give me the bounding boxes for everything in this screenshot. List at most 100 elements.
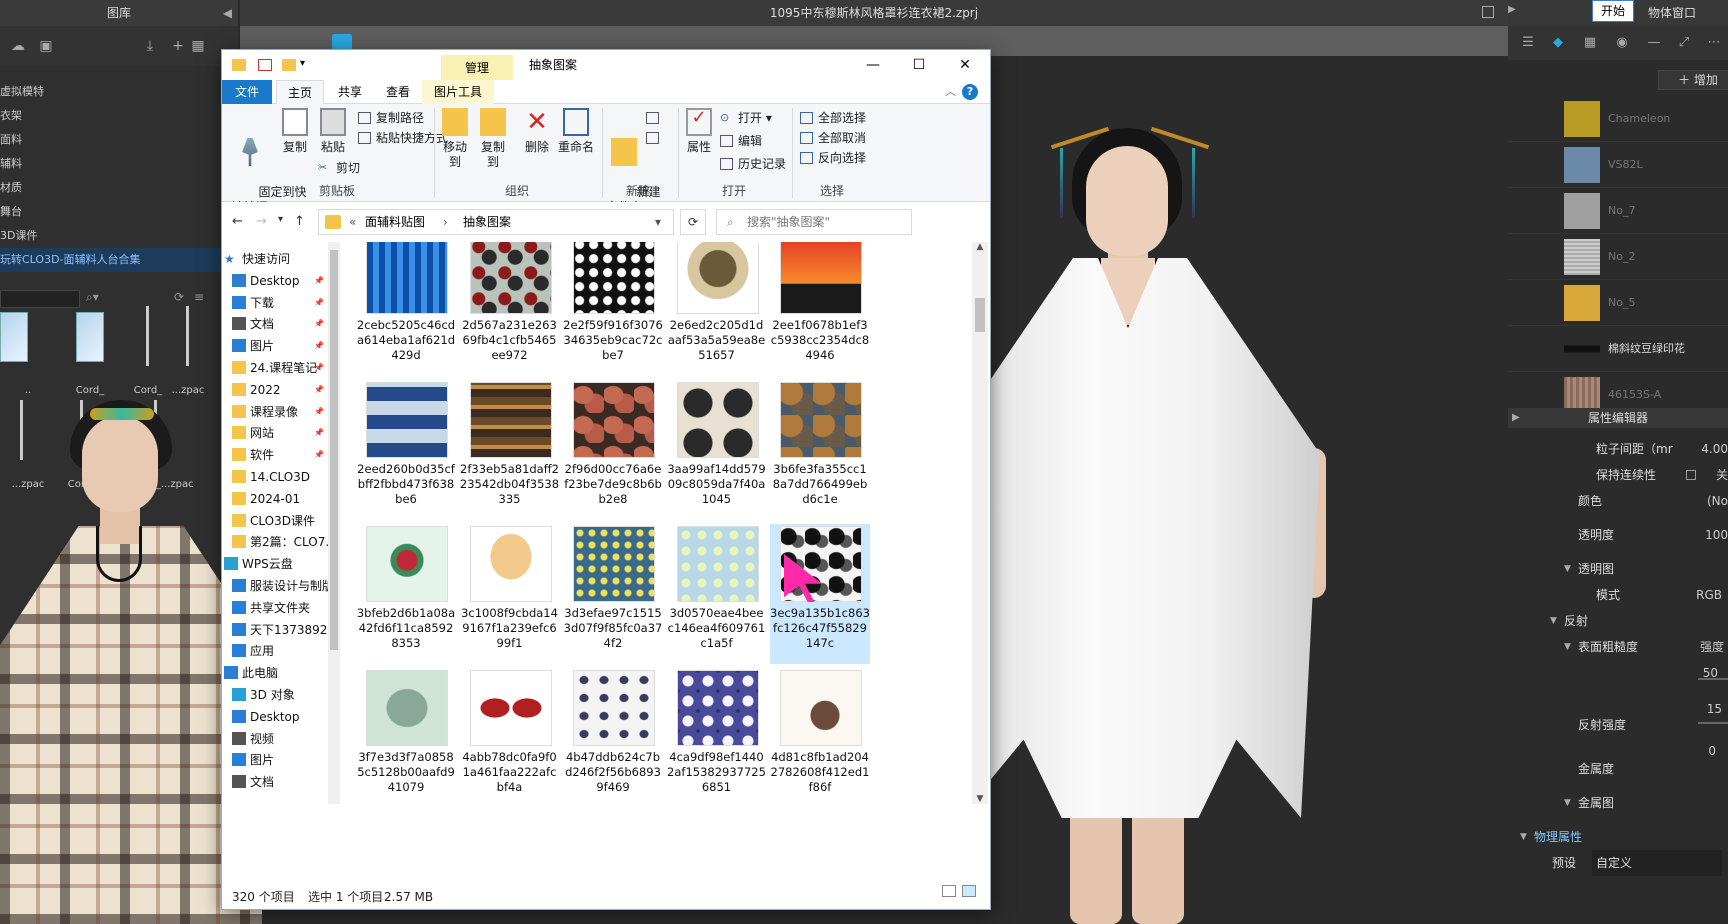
file-tile[interactable]: 4b47ddb624c7bd246f2f56b68939f469 — [563, 668, 663, 804]
nav-item[interactable]: 应用 — [222, 640, 340, 662]
maximize-button[interactable]: ☐ — [896, 50, 942, 80]
more-icon[interactable]: ⋯ — [1704, 34, 1724, 52]
fabric-item[interactable]: 棉斜纹豆绿印花 — [1508, 326, 1728, 372]
content-scrollbar[interactable]: ▲ ▼ — [972, 242, 988, 804]
file-tile[interactable]: 3d0570eae4beec146ea4f609761c1a5f — [667, 524, 767, 664]
paste-button[interactable]: 粘贴 — [316, 108, 350, 155]
nav-item[interactable]: Desktop 📌 — [222, 270, 340, 292]
tree-item-fabric[interactable]: 面料 — [0, 128, 238, 152]
nav-item[interactable]: 图片 — [222, 749, 340, 771]
file-tile[interactable]: 2f96d00cc76a6ef23be7de9c8b6bb2e8 — [563, 380, 663, 520]
file-tile[interactable]: 2ee1f0678b1ef3c5938cc2354dc84946 — [770, 242, 870, 376]
breadcrumb-parent[interactable]: 面辅料贴图 — [365, 210, 425, 234]
nav-item[interactable]: 文档 📌 — [222, 313, 340, 335]
file-tile[interactable]: 3c1008f9cbda149167f1a239efc699f1 — [460, 524, 560, 664]
tab-share[interactable]: 共享 — [326, 80, 374, 104]
preset-row[interactable]: 预设 自定义 — [1508, 850, 1728, 876]
properties-check-icon[interactable] — [258, 59, 272, 71]
large-icons-view-icon[interactable] — [962, 885, 976, 897]
tree-item-trims[interactable]: 辅料 — [0, 152, 238, 176]
address-dropdown-icon[interactable]: ▾ — [655, 210, 661, 234]
tree-item-material[interactable]: 材质 — [0, 176, 238, 200]
copy-button[interactable]: 复制 — [278, 108, 312, 155]
file-tile[interactable]: 4ca9df98ef14402af153829377256851 — [667, 668, 767, 804]
nav-item[interactable]: 24.课程笔记 📌 — [222, 357, 340, 379]
nav-item[interactable]: 2022 📌 — [222, 379, 340, 401]
nav-item[interactable]: 3D 对象 — [222, 684, 340, 706]
file-tile[interactable]: 4abb78dc0fa9f01a461faa222afcbf4a — [460, 668, 560, 804]
search-icon[interactable]: ⌕▾ — [86, 290, 99, 305]
file-tile[interactable]: 3d3efae97c15153d07f9f85fc0a374f2 — [563, 524, 663, 664]
tab-view[interactable]: 查看 — [374, 80, 422, 104]
nav-item[interactable]: 网站 📌 — [222, 422, 340, 444]
move-to-button[interactable]: 移动到 — [438, 108, 472, 170]
nav-item[interactable]: 第2篇：CLO7.0 — [222, 531, 340, 553]
tree-item-collection[interactable]: 玩转CLO3D-面辅料人台合集 — [0, 248, 238, 272]
cloud-icon[interactable]: ☁ — [10, 38, 26, 54]
measure-icon[interactable]: ⤢ — [1674, 34, 1694, 52]
add-icon[interactable]: + — [170, 38, 186, 54]
file-tile[interactable]: 3ec9a135b1c863fc126c47f55829147c — [770, 524, 870, 664]
nav-item[interactable]: 2024-01 — [222, 488, 340, 510]
minimize-button[interactable]: — — [850, 50, 896, 80]
nav-item[interactable]: WPS云盘 — [222, 553, 340, 575]
button-icon[interactable]: ◉ — [1612, 34, 1632, 52]
chevron-down-icon[interactable]: ▾ — [300, 58, 314, 70]
nav-item[interactable]: 共享文件夹 — [222, 597, 340, 619]
metal-map-row[interactable]: ▼ 金属图 — [1508, 790, 1728, 816]
view-toggle[interactable] — [942, 885, 982, 897]
roughness-row[interactable]: ▼ 表面粗糙度 强度 — [1508, 634, 1728, 660]
view-list-icon[interactable]: ≡ — [194, 290, 204, 304]
select-none-button[interactable]: 全部取消 — [800, 128, 866, 148]
rename-button[interactable]: 重命名 — [556, 108, 596, 155]
new-folder-icon[interactable] — [282, 59, 296, 71]
file-tile[interactable]: 3bfeb2d6b1a08a42fd6f11ca85928353 — [356, 524, 456, 664]
help-icon[interactable]: ? — [962, 84, 978, 100]
recent-chevron-icon[interactable]: ▾ — [278, 214, 283, 225]
collapse-left-icon[interactable]: ◀ — [223, 0, 232, 26]
refresh-button[interactable]: ⟳ — [680, 209, 706, 235]
pattern-icon[interactable]: ▦ — [1580, 34, 1600, 52]
fabric-item[interactable]: No_7 — [1508, 188, 1728, 234]
close-button[interactable]: ✕ — [942, 50, 988, 80]
edit-button[interactable]: 编辑 — [720, 131, 762, 151]
forward-arrow-icon[interactable]: → — [256, 214, 267, 229]
up-arrow-icon[interactable]: ↑ — [294, 214, 305, 229]
color-row[interactable]: 颜色 (No — [1508, 488, 1728, 514]
open-button[interactable]: ⊙ 打开 ▾ — [720, 108, 772, 128]
fabric-item[interactable]: Chameleon — [1508, 96, 1728, 142]
file-tile[interactable]: 4d81c8fb1ad2042782608f412ed1f86f — [770, 668, 870, 804]
nav-item[interactable]: 软件 📌 — [222, 444, 340, 466]
file-tile[interactable]: 2cebc5205c46cda614eba1af621d429d — [356, 242, 456, 376]
file-tile[interactable]: 2d567a231e26369fb4c1cfb5465ee972 — [460, 242, 560, 376]
particle-distance-row[interactable]: 粒子间距（mr 4.00 — [1508, 436, 1728, 462]
download-icon[interactable]: ⤓ — [142, 38, 158, 54]
back-arrow-icon[interactable]: ← — [232, 214, 243, 229]
nav-item[interactable]: 天下137389230 — [222, 619, 340, 641]
add-fabric-button[interactable]: ＋ 增加 — [1658, 70, 1728, 90]
nav-item[interactable]: 课程录像 📌 — [222, 401, 340, 423]
reflect-strength-slider[interactable] — [1698, 722, 1728, 724]
tree-item-avatar[interactable]: 虚拟模特 — [0, 80, 238, 104]
fabric-item[interactable]: No_5 — [1508, 280, 1728, 326]
library-file[interactable]: Cord_ — [62, 306, 118, 396]
keep-continuity-row[interactable]: 保持连续性 关 — [1508, 462, 1728, 488]
start-button[interactable]: 开始 — [1592, 0, 1635, 22]
collapse-icon[interactable]: ▶ — [1512, 408, 1520, 428]
nav-item[interactable]: 文档 — [222, 771, 340, 793]
physical-properties-row[interactable]: ▼ 物理属性 — [1508, 824, 1728, 850]
opacity-map-row[interactable]: ▼ 透明图 — [1508, 556, 1728, 582]
copy-to-button[interactable]: 复制到 — [476, 108, 510, 170]
nav-item[interactable]: ★ 快速访问 — [222, 248, 340, 270]
cut-button[interactable]: ✂ 剪切 — [318, 158, 360, 178]
roughness-slider[interactable] — [1698, 678, 1728, 680]
file-tile[interactable]: 2e6ed2c205d1daaf53a5a59ea8e51657 — [667, 242, 767, 376]
library-file[interactable]: ...zpac — [160, 306, 216, 396]
file-tile[interactable]: 3b6fe3fa355cc18a7dd766499ebd6c1e — [770, 380, 870, 520]
nav-item[interactable]: 14.CLO3D — [222, 466, 340, 488]
line-icon[interactable]: — — [1644, 34, 1664, 52]
refresh-icon[interactable]: ⟳ — [174, 290, 184, 304]
tab-home[interactable]: 主页 — [276, 80, 324, 105]
white-dress[interactable] — [940, 258, 1320, 818]
nav-item[interactable]: 服装设计与制版 — [222, 575, 340, 597]
